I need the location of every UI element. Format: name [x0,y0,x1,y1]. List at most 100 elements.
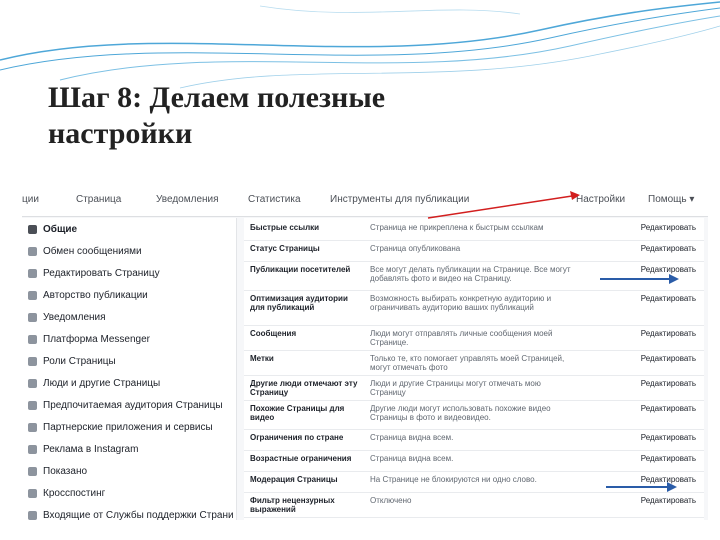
settings-row-similar-video[interactable]: Похожие Страницы для видео Другие люди мо… [244,401,704,430]
slide-title-line2: настройки [48,117,193,150]
nav-tab-notifications[interactable]: Уведомления [156,194,219,205]
sidebar-item-support-inbox[interactable]: Входящие от Службы поддержки Страни [28,510,234,520]
edit-link[interactable]: Редактировать [641,379,696,388]
sidebar-item-people-pages[interactable]: Люди и другие Страницы [28,378,234,398]
sidebar-item-notifications[interactable]: Уведомления [28,312,234,332]
settings-row-tags[interactable]: Метки Только те, кто помогает управлять м… [244,351,704,376]
edit-link[interactable]: Редактировать [641,454,696,463]
globe-icon [28,312,37,322]
settings-row-visitor-posts[interactable]: Публикации посетителей Все могут делать п… [244,262,704,291]
edit-link[interactable]: Редактировать [641,433,696,442]
settings-row-others-tag-page[interactable]: Другие люди отмечают эту Страницу Люди и … [244,376,704,401]
nav-help-menu[interactable]: Помощь ▾ [648,194,694,205]
sidebar-item-label: Реклама в Instagram [43,444,139,455]
sidebar-item-instagram-ads[interactable]: Реклама в Instagram [28,444,234,464]
setting-description: Страница не прикреплена к быстрым ссылка… [370,223,544,232]
setting-label: Метки [250,354,274,363]
setting-description: Другие люди могут использовать похожие в… [370,404,551,422]
messenger-icon [28,334,37,344]
nav-tab-insights[interactable]: Статистика [248,194,301,205]
setting-description: Люди и другие Страницы могут отмечать мо… [370,379,541,397]
sidebar-item-label: Уведомления [43,312,106,323]
setting-label: Другие люди отмечают эту Страницу [250,379,358,397]
nav-item-partial[interactable]: ции [22,194,39,205]
sidebar-item-partner-apps[interactable]: Партнерские приложения и сервисы [28,422,234,442]
settings-row-age-restrictions[interactable]: Возрастные ограничения Страница видна все… [244,451,704,472]
sidebar-item-label: Роли Страницы [43,356,116,367]
sidebar-item-label: Входящие от Службы поддержки Страни [43,510,234,520]
nav-tab-settings[interactable]: Настройки [576,194,625,205]
edit-link[interactable]: Редактировать [641,354,696,363]
sidebar-item-crossposting[interactable]: Кросспостинг [28,488,234,508]
setting-label: Фильтр нецензурных выражений [250,496,335,514]
setting-label: Публикации посетителей [250,265,351,274]
edit-link[interactable]: Редактировать [641,223,696,232]
sidebar-item-label: Кросспостинг [43,488,106,499]
edit-link[interactable]: Редактировать [641,475,696,484]
settings-row-page-status[interactable]: Статус Страницы Страница опубликована Реда… [244,241,704,262]
page-top-nav: ции Страница Уведомления Статистика Инст… [22,182,708,217]
sidebar-item-label: Авторство публикации [43,290,148,301]
edit-link[interactable]: Редактировать [641,244,696,253]
sidebar-item-edit-page[interactable]: Редактировать Страницу [28,268,234,288]
message-icon [28,246,37,256]
settings-row-audience-optimization[interactable]: Оптимизация аудитории для публикаций Возм… [244,291,704,326]
star-icon [28,466,37,476]
sidebar-item-messenger-platform[interactable]: Платформа Messenger [28,334,234,354]
person-icon [28,356,37,366]
decorative-wave-banner [0,1,720,89]
edit-link[interactable]: Редактировать [641,265,696,274]
sidebar-item-page-roles[interactable]: Роли Страницы [28,356,234,376]
setting-label: Ограничения по стране [250,433,344,442]
sidebar-item-label: Общие [43,224,78,235]
settings-row-profanity-filter[interactable]: Фильтр нецензурных выражений Отключено Ред… [244,493,704,518]
sidebar-item-featured[interactable]: Показано [28,466,234,486]
sidebar-item-label: Обмен сообщениями [43,246,142,257]
facebook-settings-screenshot: ции Страница Уведомления Статистика Инст… [22,182,708,520]
flag-icon [28,290,37,300]
setting-label: Оптимизация аудитории для публикаций [250,294,348,312]
setting-description: Страница опубликована [370,244,461,253]
apps-icon [28,422,37,432]
sidebar-item-general[interactable]: Общие [28,224,234,244]
setting-description: Люди могут отправлять личные сообщения м… [370,329,553,347]
sidebar-item-messaging[interactable]: Обмен сообщениями [28,246,234,266]
setting-description: На Странице не блокируются ни одно слово… [370,475,537,484]
sidebar-item-preferred-audience[interactable]: Предпочитаемая аудитория Страницы [28,400,234,420]
sidebar-item-label: Партнерские приложения и сервисы [43,422,213,433]
edit-link[interactable]: Редактировать [641,404,696,413]
setting-label: Быстрые ссылки [250,223,320,232]
sidebar-item-label: Показано [43,466,88,477]
setting-description: Отключено [370,496,412,505]
inbox-icon [28,510,37,520]
settings-row-quick-links[interactable]: Быстрые ссылки Страница не прикреплена к … [244,220,704,241]
setting-description: Все могут делать публикации на Странице.… [370,265,571,283]
setting-description: Только те, кто помогает управлять моей С… [370,354,565,372]
sidebar-item-label: Люди и другие Страницы [43,378,161,389]
edit-link[interactable]: Редактировать [641,496,696,505]
setting-description: Возможность выбирать конкретную аудитори… [370,294,552,312]
setting-label: Похожие Страницы для видео [250,404,345,422]
sidebar-item-label: Предпочитаемая аудитория Страницы [43,400,223,411]
gear-icon [28,224,37,234]
setting-description: Страница видна всем. [370,454,454,463]
settings-list: Быстрые ссылки Страница не прикреплена к … [244,218,704,520]
people-icon [28,378,37,388]
edit-link[interactable]: Редактировать [641,329,696,338]
nav-tab-publishing-tools[interactable]: Инструменты для публикации [330,194,469,205]
video-icon [28,488,37,498]
settings-row-country-restrictions[interactable]: Ограничения по стране Страница видна всем… [244,430,704,451]
edit-link[interactable]: Редактировать [641,294,696,303]
nav-tab-page[interactable]: Страница [76,194,121,205]
settings-row-page-moderation[interactable]: Модерация Страницы На Странице не блокиру… [244,472,704,493]
slide-title-line1: Шаг 8: Делаем полезные [48,81,386,114]
setting-label: Статус Страницы [250,244,320,253]
settings-row-messages[interactable]: Сообщения Люди могут отправлять личные со… [244,326,704,351]
setting-label: Модерация Страницы [250,475,338,484]
setting-label: Сообщения [250,329,297,338]
sidebar-item-label: Платформа Messenger [43,334,150,345]
audience-icon [28,400,37,410]
sidebar-item-attribution[interactable]: Авторство публикации [28,290,234,310]
instagram-icon [28,444,37,454]
setting-label: Возрастные ограничения [250,454,352,463]
